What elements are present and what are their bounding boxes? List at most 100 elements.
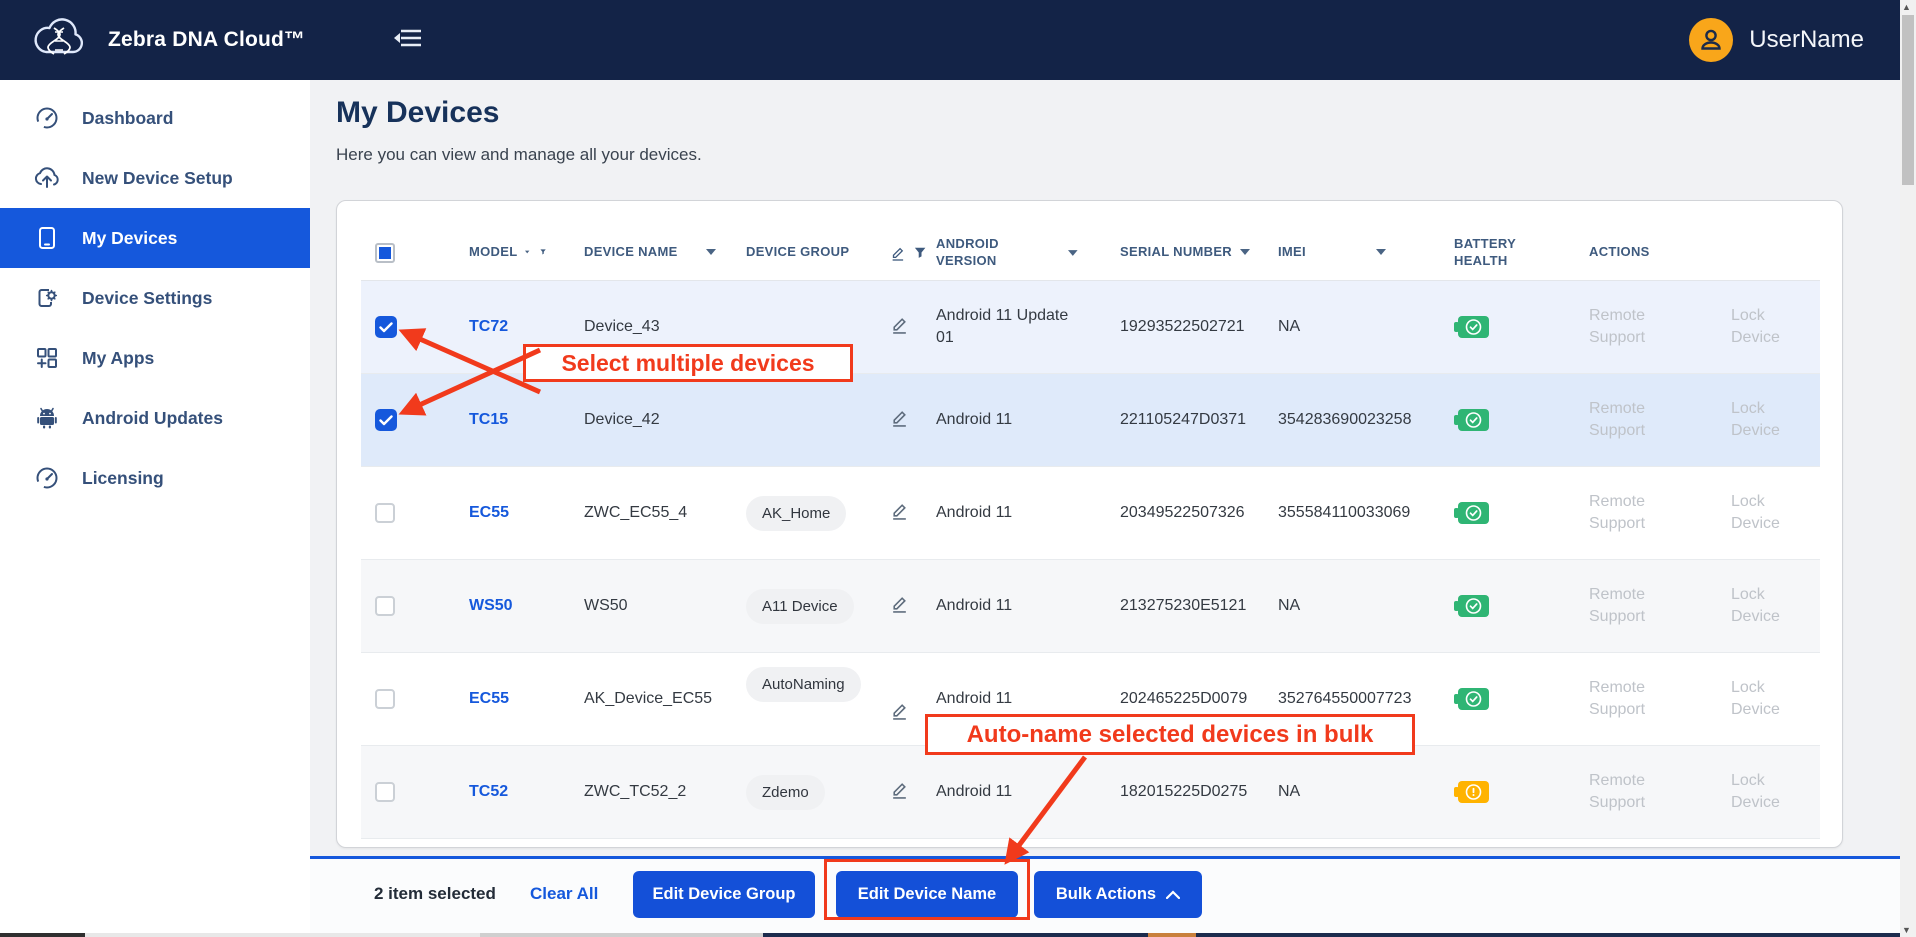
edit-pencil-icon[interactable]	[890, 501, 909, 520]
remote-support-action[interactable]: Remote Support	[1589, 491, 1675, 536]
edit-pencil-icon[interactable]	[890, 408, 909, 427]
edit-pencil-icon[interactable]	[890, 701, 909, 720]
sort-caret-icon[interactable]	[525, 249, 529, 255]
device-name: ZWC_EC55_4	[546, 467, 741, 559]
cloud-upload-icon	[34, 166, 60, 190]
filter-funnel-icon[interactable]	[914, 246, 926, 260]
model-link[interactable]: EC55	[469, 504, 509, 522]
column-device-name[interactable]: DEVICE NAME	[584, 244, 678, 261]
gauge-icon	[34, 106, 60, 130]
row-checkbox[interactable]	[375, 596, 395, 616]
sort-caret-icon[interactable]	[1240, 249, 1250, 255]
lock-device-action[interactable]: Lock Device	[1731, 491, 1791, 536]
scroll-down-icon[interactable]: ▼	[1902, 925, 1911, 935]
device-gear-icon	[34, 286, 60, 310]
row-checkbox-checked[interactable]	[375, 409, 397, 431]
vertical-scrollbar[interactable]: ▲ ▼	[1900, 0, 1916, 937]
apps-grid-icon	[34, 346, 60, 370]
row-checkbox-checked[interactable]	[375, 316, 397, 338]
sidebar-collapse-icon[interactable]	[393, 26, 423, 55]
annotation-bulk-autoname: Auto-name selected devices in bulk	[925, 714, 1415, 755]
device-group-pill: AutoNaming	[746, 667, 861, 702]
lock-device-action[interactable]: Lock Device	[1731, 398, 1791, 443]
imei-value: NA	[1264, 560, 1424, 652]
column-imei[interactable]: IMEI	[1278, 244, 1306, 261]
table-header-row: MODEL DEVICE NAME DEVICE GROUP ANDROID V…	[361, 225, 1820, 281]
battery-good-icon	[1454, 408, 1494, 432]
sidebar-item-new-device-setup[interactable]: New Device Setup	[0, 148, 310, 208]
zebra-dna-cloud-logo-icon	[28, 14, 90, 67]
remote-support-action[interactable]: Remote Support	[1589, 677, 1675, 722]
device-name: ZWC_TC52_2	[546, 746, 741, 838]
edit-column-icon[interactable]	[890, 244, 906, 262]
sidebar-item-label: My Apps	[82, 348, 154, 369]
check-icon	[379, 322, 393, 333]
selection-count: 2 item selected	[374, 884, 496, 904]
lock-device-action[interactable]: Lock Device	[1731, 770, 1791, 815]
model-link[interactable]: EC55	[469, 690, 509, 708]
sidebar-item-my-apps[interactable]: My Apps	[0, 328, 310, 388]
imei-value: NA	[1264, 746, 1424, 838]
model-link[interactable]: TC72	[469, 318, 508, 336]
sidebar-item-my-devices[interactable]: My Devices	[0, 208, 310, 268]
column-serial-number[interactable]: SERIAL NUMBER	[1120, 244, 1240, 261]
sidebar-item-label: Android Updates	[82, 408, 223, 429]
sidebar: Dashboard New Device Setup My Devices De…	[0, 80, 310, 933]
lock-device-action[interactable]: Lock Device	[1731, 305, 1791, 350]
column-actions: ACTIONS	[1589, 244, 1650, 261]
android-version: Android 11	[926, 560, 1096, 652]
table-row[interactable]: TC15Device_42Android 11221105247D0371354…	[361, 374, 1820, 467]
column-battery-health: BATTERY HEALTH	[1454, 236, 1569, 270]
remote-support-action[interactable]: Remote Support	[1589, 305, 1675, 350]
sidebar-item-device-settings[interactable]: Device Settings	[0, 268, 310, 328]
bottom-edge-strip	[0, 933, 1916, 937]
bulk-actions-button[interactable]: Bulk Actions	[1034, 871, 1202, 918]
device-name: WS50	[546, 560, 741, 652]
page-title: My Devices	[336, 96, 499, 130]
table-row[interactable]: WS50WS50A11 DeviceAndroid 11213275230E51…	[361, 560, 1820, 653]
edit-pencil-icon[interactable]	[890, 315, 909, 334]
lock-device-action[interactable]: Lock Device	[1731, 677, 1791, 722]
clear-all-link[interactable]: Clear All	[530, 884, 598, 904]
user-avatar[interactable]	[1689, 18, 1733, 62]
sidebar-item-licensing[interactable]: Licensing	[0, 448, 310, 508]
annotation-select-multiple: Select multiple devices	[523, 344, 853, 382]
row-checkbox[interactable]	[375, 503, 395, 523]
sort-caret-icon[interactable]	[706, 249, 716, 255]
row-checkbox[interactable]	[375, 689, 395, 709]
scrollbar-thumb[interactable]	[1902, 15, 1914, 185]
edit-pencil-icon[interactable]	[890, 594, 909, 613]
sort-caret-icon[interactable]	[1068, 250, 1078, 256]
table-row[interactable]: EC55ZWC_EC55_4AK_HomeAndroid 11203495225…	[361, 467, 1820, 560]
sidebar-item-android-updates[interactable]: Android Updates	[0, 388, 310, 448]
edit-pencil-icon[interactable]	[890, 780, 909, 799]
device-icon	[34, 226, 60, 250]
model-link[interactable]: TC15	[469, 411, 508, 429]
imei-value: NA	[1264, 281, 1424, 373]
imei-value: 355584110033069	[1264, 467, 1424, 559]
lock-device-action[interactable]: Lock Device	[1731, 584, 1791, 629]
column-model[interactable]: MODEL	[469, 244, 517, 261]
device-name: AK_Device_EC55	[546, 653, 741, 745]
android-version: Android 11 Update 01	[926, 281, 1096, 373]
page-subtitle: Here you can view and manage all your de…	[336, 145, 702, 165]
remote-support-action[interactable]: Remote Support	[1589, 770, 1675, 815]
sidebar-item-dashboard[interactable]: Dashboard	[0, 88, 310, 148]
serial-number: 213275230E5121	[1096, 560, 1264, 652]
edit-device-group-button[interactable]: Edit Device Group	[633, 871, 815, 918]
column-android-version[interactable]: ANDROID VERSION	[936, 236, 1058, 270]
select-all-checkbox[interactable]	[375, 243, 395, 263]
device-group-pill: Zdemo	[746, 775, 825, 810]
remote-support-action[interactable]: Remote Support	[1589, 398, 1675, 443]
sort-caret-icon[interactable]	[1376, 249, 1386, 255]
serial-number: 19293522502721	[1096, 281, 1264, 373]
username-label[interactable]: UserName	[1749, 26, 1864, 54]
table-row[interactable]: TC52ZWC_TC52_2ZdemoAndroid 11182015225D0…	[361, 746, 1820, 839]
column-device-group[interactable]: DEVICE GROUP	[746, 244, 849, 261]
row-checkbox[interactable]	[375, 782, 395, 802]
remote-support-action[interactable]: Remote Support	[1589, 584, 1675, 629]
model-link[interactable]: WS50	[469, 597, 513, 615]
serial-number: 182015225D0275	[1096, 746, 1264, 838]
model-link[interactable]: TC52	[469, 783, 508, 801]
scroll-up-icon[interactable]: ▲	[1902, 2, 1911, 12]
